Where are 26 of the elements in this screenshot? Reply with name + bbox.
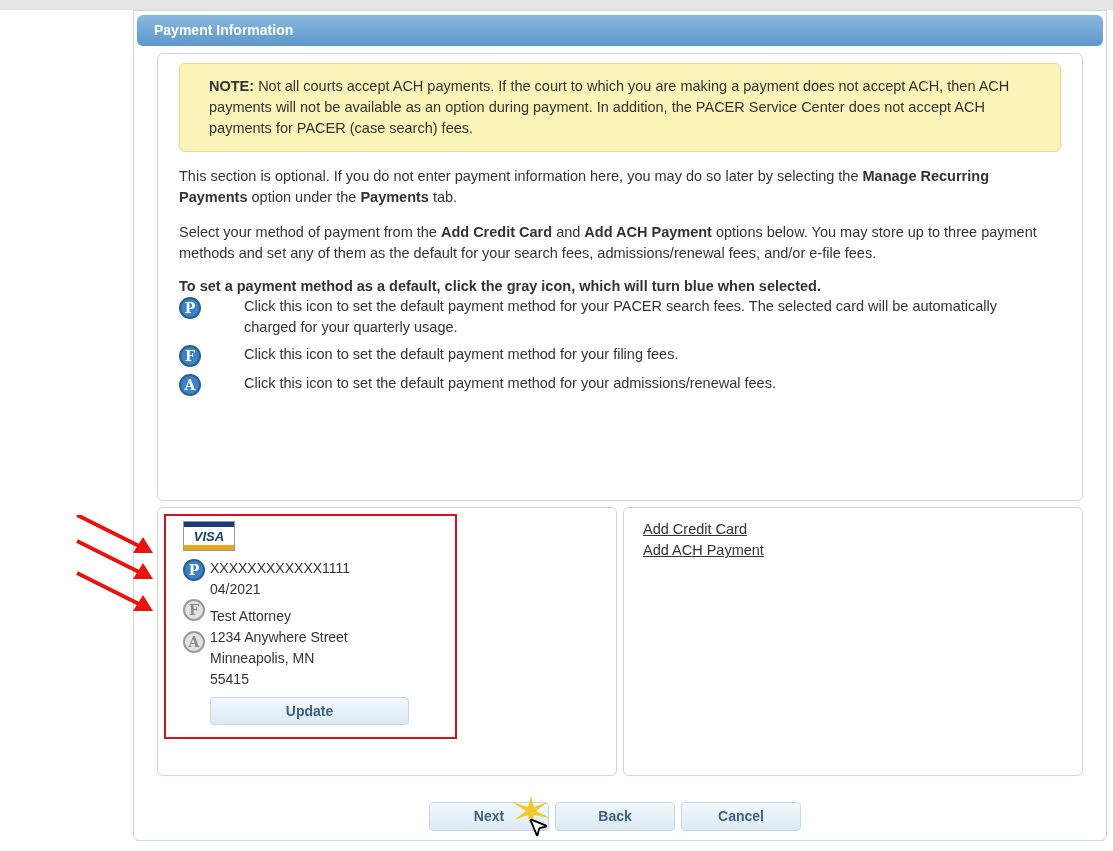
add-link[interactable]: Add Credit Card bbox=[643, 519, 747, 540]
default-icon: P bbox=[179, 297, 201, 319]
info-paragraph: This section is optional. If you do not enter payment information here, you may do so later by selecting the Manage Recurring Payments option under the Payments tab. bbox=[179, 167, 990, 207]
card-detail: 1234 Anywhere Street bbox=[210, 628, 349, 647]
legend-text: Click this icon to set the default payment method for your admissions/renewal fees. bbox=[244, 374, 777, 393]
card-detail: 55415 bbox=[210, 670, 250, 689]
info-paragraph: Select your method of payment from the Add Credit Card and Add ACH Payment options below. You may store up to three payment methods and set any of them as the default for your search fees, admissions/renewal fees, and/or e-file fees. bbox=[179, 223, 1038, 263]
note-text: NOTE: Not all courts accept ACH payments. If the court to which you are making a payment does not accept ACH, then ACH payments will not be available as an option during payment. In addition, the PACER Service Center does not accept ACH payments for PACER (case search) fees. bbox=[209, 77, 1011, 138]
click-burst-icon bbox=[512, 796, 550, 826]
card-detail: 04/2021 bbox=[210, 580, 262, 599]
card-detail: Minneapolis, MN bbox=[210, 649, 316, 668]
card-logo: VISA bbox=[183, 521, 235, 551]
default-icon: A bbox=[179, 374, 201, 396]
nav-button[interactable]: Back bbox=[555, 802, 675, 831]
card-detail: XXXXXXXXXXXX1111 bbox=[210, 559, 352, 578]
default-icon: F bbox=[179, 345, 201, 367]
legend-text: Click this icon to set the default payment method for your PACER search fees. The selected card will be automatically charged for your quarterly usage. bbox=[244, 297, 999, 337]
add-link[interactable]: Add ACH Payment bbox=[643, 540, 764, 561]
nav-button[interactable]: Cancel bbox=[681, 802, 801, 831]
legend-heading: To set a payment method as a default, click the gray icon, which will turn blue when selected. bbox=[179, 277, 822, 296]
legend-text: Click this icon to set the default payment method for your filing fees. bbox=[244, 345, 680, 364]
card-detail: Test Attorney bbox=[210, 607, 292, 626]
cursor-icon bbox=[527, 816, 549, 838]
panel-title: Payment Information bbox=[154, 21, 294, 40]
update-button[interactable]: Update bbox=[210, 697, 409, 725]
default-toggle[interactable]: P bbox=[183, 559, 205, 581]
